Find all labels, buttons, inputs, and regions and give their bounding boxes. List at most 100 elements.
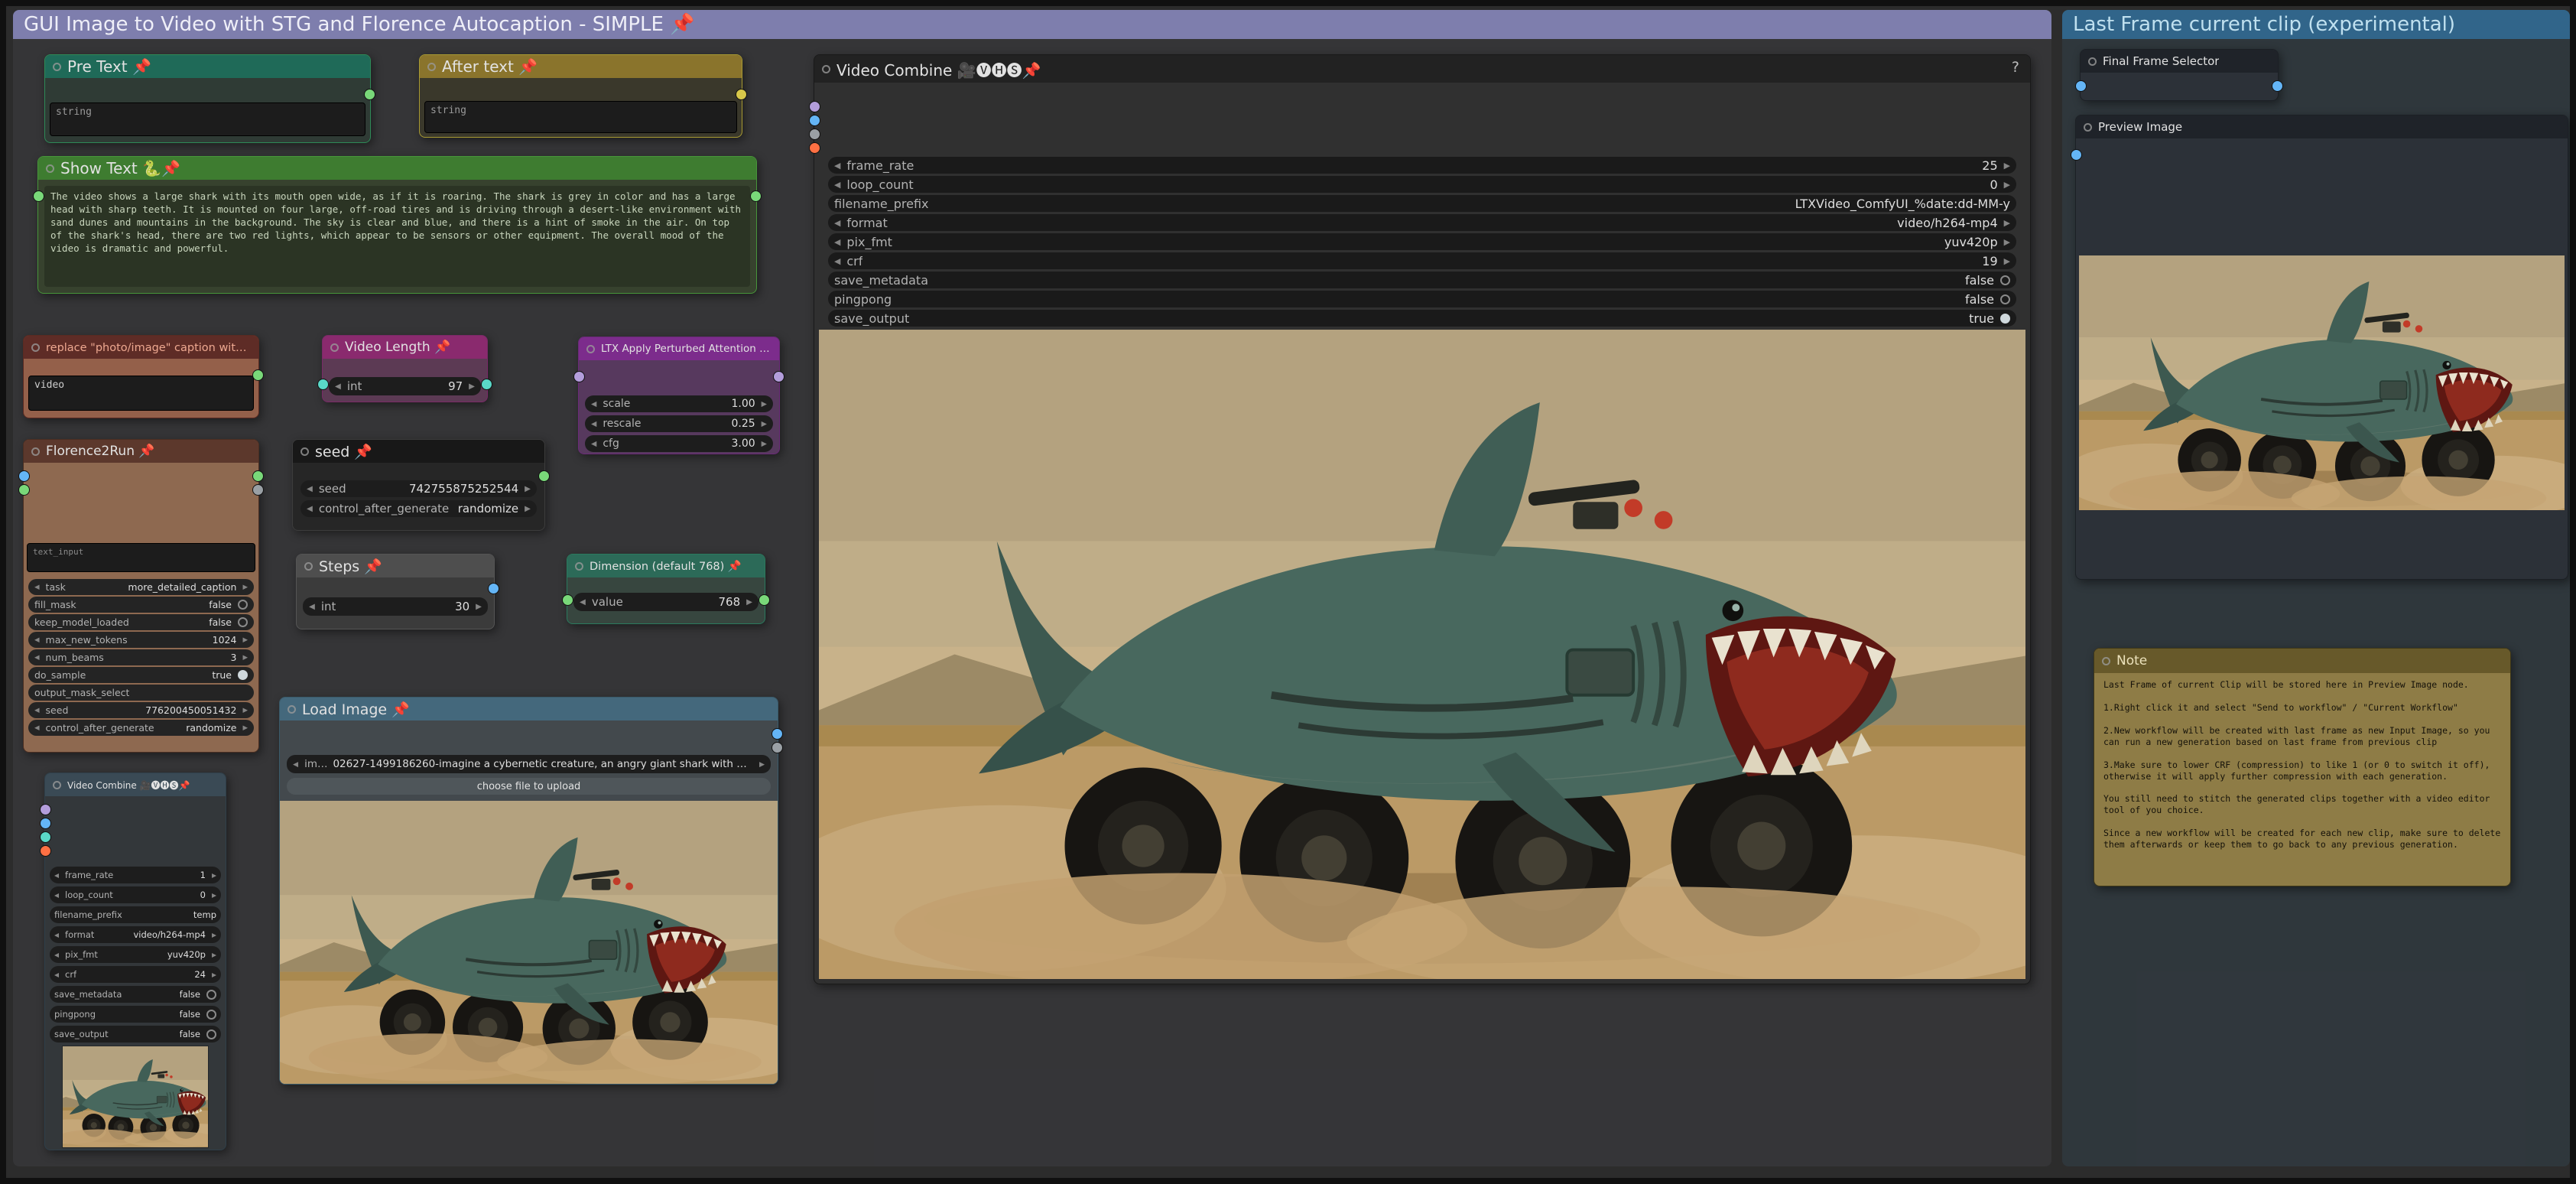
node-header[interactable]: Pre Text 📌	[45, 55, 370, 78]
group-last-frame-titlebar[interactable]: Last Frame current clip (experimental)	[2062, 10, 2570, 39]
control-after-generate-widget[interactable]: ◀ control_after_generate randomize ▶	[300, 500, 537, 517]
toggle-icon[interactable]	[2000, 275, 2010, 285]
increment-arrow-icon[interactable]: ▶	[212, 892, 216, 899]
loop-count-widget[interactable]: ◀ loop_count 0 ▶	[50, 886, 221, 903]
output-port[interactable]	[759, 594, 770, 606]
node-header[interactable]: LTX Apply Perturbed Attention 📌	[579, 337, 779, 360]
int-widget[interactable]: ◀ int 30 ▶	[303, 597, 488, 616]
fill-mask-toggle[interactable]: fill_mask false	[28, 597, 254, 613]
decrement-arrow-icon[interactable]: ◀	[591, 440, 596, 448]
collapse-dot-icon[interactable]	[330, 343, 339, 352]
decrement-arrow-icon[interactable]: ◀	[307, 505, 313, 513]
toggle-icon[interactable]	[238, 670, 248, 680]
collapse-dot-icon[interactable]	[586, 345, 595, 353]
save-output-toggle[interactable]: save_output true	[828, 310, 2016, 327]
decrement-arrow-icon[interactable]: ◀	[834, 237, 840, 247]
decrement-arrow-icon[interactable]: ◀	[34, 584, 40, 591]
increment-arrow-icon[interactable]: ▶	[2004, 256, 2010, 266]
increment-arrow-icon[interactable]: ▶	[762, 400, 767, 408]
decrement-arrow-icon[interactable]: ◀	[34, 636, 40, 644]
collapse-dot-icon[interactable]	[300, 447, 309, 456]
decrement-arrow-icon[interactable]: ◀	[834, 256, 840, 266]
increment-arrow-icon[interactable]: ▶	[212, 971, 216, 978]
rescale-widget[interactable]: ◀ rescale 0.25 ▶	[585, 415, 773, 432]
increment-arrow-icon[interactable]: ▶	[762, 420, 767, 428]
collapse-dot-icon[interactable]	[2102, 657, 2110, 665]
decrement-arrow-icon[interactable]: ◀	[34, 707, 40, 714]
increment-arrow-icon[interactable]: ▶	[469, 382, 475, 391]
group-main-titlebar[interactable]: GUI Image to Video with STG and Florence…	[13, 10, 2051, 39]
seed-widget[interactable]: ◀ seed 742755875252544 ▶	[300, 480, 537, 497]
format-widget[interactable]: ◀ format video/h264-mp4 ▶	[50, 926, 221, 943]
seed-widget[interactable]: ◀ seed 776200450051432 ▶	[28, 702, 254, 718]
increment-arrow-icon[interactable]: ▶	[242, 707, 248, 714]
toggle-icon[interactable]	[2000, 294, 2010, 304]
toggle-icon[interactable]	[206, 990, 216, 1000]
collapse-dot-icon[interactable]	[31, 343, 40, 352]
increment-arrow-icon[interactable]: ▶	[212, 932, 216, 938]
decrement-arrow-icon[interactable]: ◀	[834, 218, 840, 228]
node-dimension[interactable]: Dimension (default 768) 📌 ◀ value 768 ▶	[567, 554, 765, 624]
output-port[interactable]	[252, 484, 264, 496]
output-port[interactable]	[772, 742, 783, 753]
decrement-arrow-icon[interactable]: ◀	[591, 420, 596, 428]
increment-arrow-icon[interactable]: ▶	[759, 760, 765, 769]
output-port[interactable]	[772, 728, 783, 740]
do-sample-toggle[interactable]: do_sample true	[28, 667, 254, 683]
increment-arrow-icon[interactable]: ▶	[242, 584, 248, 591]
node-header[interactable]: Video Length 📌	[323, 336, 487, 359]
decrement-arrow-icon[interactable]: ◀	[834, 161, 840, 171]
node-seed[interactable]: seed 📌 ◀ seed 742755875252544 ▶ ◀ contro…	[292, 439, 545, 531]
collapse-dot-icon[interactable]	[46, 164, 54, 173]
collapse-dot-icon[interactable]	[427, 63, 436, 71]
node-header[interactable]: Video Combine 🎥🅥🅗🅢📌	[45, 773, 226, 796]
increment-arrow-icon[interactable]: ▶	[525, 505, 531, 513]
output-port[interactable]	[252, 470, 264, 482]
node-replace-caption[interactable]: replace "photo/image" caption with 📌 vid…	[23, 335, 259, 418]
decrement-arrow-icon[interactable]: ◀	[591, 400, 596, 408]
decrement-arrow-icon[interactable]: ◀	[54, 892, 59, 899]
filename-prefix-widget[interactable]: filename_prefix temp	[50, 906, 221, 923]
input-port[interactable]	[33, 190, 44, 202]
node-final-frame-selector[interactable]: Final Frame Selector	[2080, 49, 2279, 101]
crf-widget[interactable]: ◀ crf 19 ▶	[828, 252, 2016, 269]
increment-arrow-icon[interactable]: ▶	[746, 598, 752, 607]
increment-arrow-icon[interactable]: ▶	[762, 440, 767, 448]
text-input[interactable]: string	[424, 101, 737, 133]
filename-prefix-widget[interactable]: filename_prefix LTXVideo_ComfyUI_%date:d…	[828, 195, 2016, 212]
node-preview-image[interactable]: Preview Image	[2075, 115, 2568, 580]
input-port[interactable]	[562, 594, 573, 606]
input-port[interactable]	[2071, 149, 2082, 161]
decrement-arrow-icon[interactable]: ◀	[54, 951, 59, 958]
input-port[interactable]	[18, 484, 30, 496]
collapse-dot-icon[interactable]	[304, 562, 313, 571]
text-input[interactable]: video	[28, 376, 254, 411]
toggle-icon[interactable]	[206, 1010, 216, 1020]
decrement-arrow-icon[interactable]: ◀	[309, 603, 315, 611]
output-port[interactable]	[750, 190, 762, 202]
node-video-length[interactable]: Video Length 📌 ◀ int 97 ▶	[322, 335, 488, 402]
input-port[interactable]	[317, 379, 329, 390]
node-load-image[interactable]: Load Image 📌 ◀ image 02627-1499186260-im…	[279, 697, 778, 1085]
collapse-dot-icon[interactable]	[575, 562, 583, 571]
keep-model-loaded-toggle[interactable]: keep_model_loaded false	[28, 614, 254, 630]
node-video-combine-large[interactable]: Video Combine 🎥🅥🅗🅢📌 ? ◀ frame_rate 25 ▶ …	[814, 54, 2031, 984]
node-header[interactable]: Florence2Run 📌	[24, 440, 258, 463]
node-florence2run[interactable]: Florence2Run 📌 text_input ◀ task more_de…	[23, 439, 259, 753]
save-metadata-toggle[interactable]: save_metadata false	[50, 986, 221, 1003]
graph-canvas[interactable]: GUI Image to Video with STG and Florence…	[6, 6, 2570, 1178]
node-ltx-apply-perturbed-attention[interactable]: LTX Apply Perturbed Attention 📌 ◀ scale …	[578, 337, 780, 454]
value-widget[interactable]: ◀ value 768 ▶	[573, 593, 759, 611]
input-port[interactable]	[809, 115, 820, 126]
decrement-arrow-icon[interactable]: ◀	[293, 760, 298, 769]
save-output-toggle[interactable]: save_output false	[50, 1026, 221, 1043]
node-header[interactable]: seed 📌	[293, 440, 544, 463]
output-port[interactable]	[252, 369, 264, 381]
decrement-arrow-icon[interactable]: ◀	[54, 932, 59, 938]
collapse-dot-icon[interactable]	[53, 63, 61, 71]
help-icon[interactable]: ?	[2012, 59, 2019, 76]
text-input[interactable]: text_input	[27, 543, 255, 572]
toggle-icon[interactable]	[238, 600, 248, 610]
choose-file-button[interactable]: choose file to upload	[287, 778, 771, 795]
node-header[interactable]: Final Frame Selector	[2081, 50, 2278, 73]
